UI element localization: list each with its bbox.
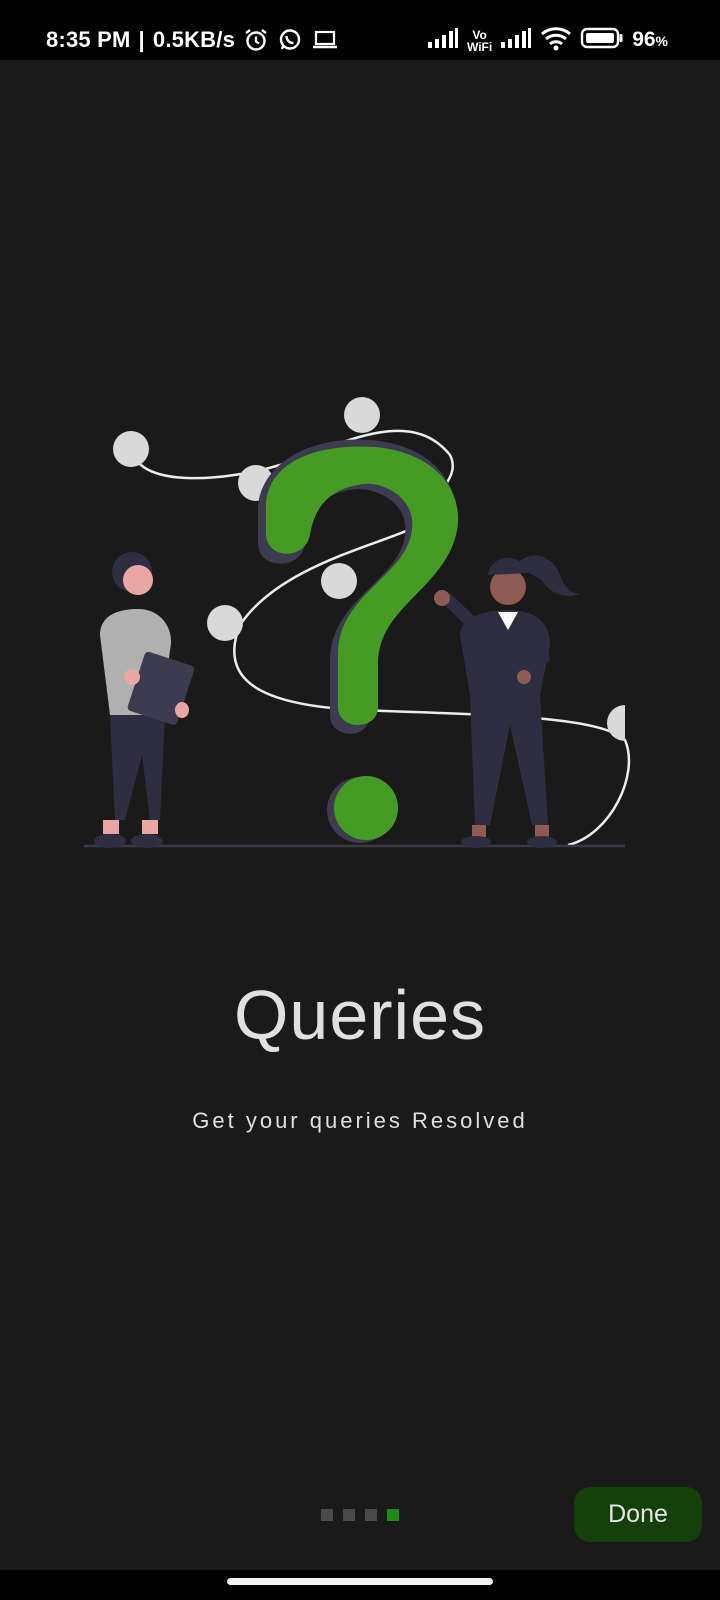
battery-percent-unit: % (655, 33, 668, 49)
laptop-icon (311, 28, 339, 52)
battery-percent: 96% (632, 28, 668, 52)
battery-icon (580, 27, 624, 54)
battery-percent-value: 96 (632, 28, 656, 51)
page-dot-active (387, 1509, 399, 1521)
page-title: Queries (233, 976, 487, 1054)
vowifi-bottom: WiFi (466, 40, 493, 54)
network-speed: 0.5KB/s (152, 27, 236, 52)
status-time: 8:35 PM (46, 27, 131, 52)
bubble (207, 605, 243, 641)
bubble (607, 705, 625, 741)
done-button[interactable]: Done (574, 1487, 702, 1542)
person-left (94, 552, 195, 848)
bubble (344, 397, 380, 433)
vowifi-icon: Vo WiFi (467, 29, 492, 53)
person-right (434, 555, 580, 848)
home-indicator[interactable] (227, 1578, 493, 1585)
queries-illustration (80, 395, 640, 865)
whatsapp-icon (277, 27, 303, 53)
navigation-bar (0, 1570, 720, 1600)
status-left: 8:35 PM | 0.5KB/s (46, 0, 339, 80)
wifi-icon (540, 25, 572, 56)
status-bar: 8:35 PM | 0.5KB/s Vo WiFi 96% (0, 0, 720, 60)
page-dot (365, 1509, 377, 1521)
page-dot (343, 1509, 355, 1521)
signal-icon (500, 27, 532, 54)
status-right: Vo WiFi 96% (427, 0, 668, 80)
page-indicator (321, 1509, 399, 1521)
bubble (321, 563, 357, 599)
page-subtitle: Get your queries Resolved (192, 1108, 528, 1133)
page-dot (321, 1509, 333, 1521)
alarm-icon (243, 27, 269, 53)
bubble (113, 431, 149, 467)
signal-icon (427, 27, 459, 54)
status-separator: | (138, 27, 145, 52)
